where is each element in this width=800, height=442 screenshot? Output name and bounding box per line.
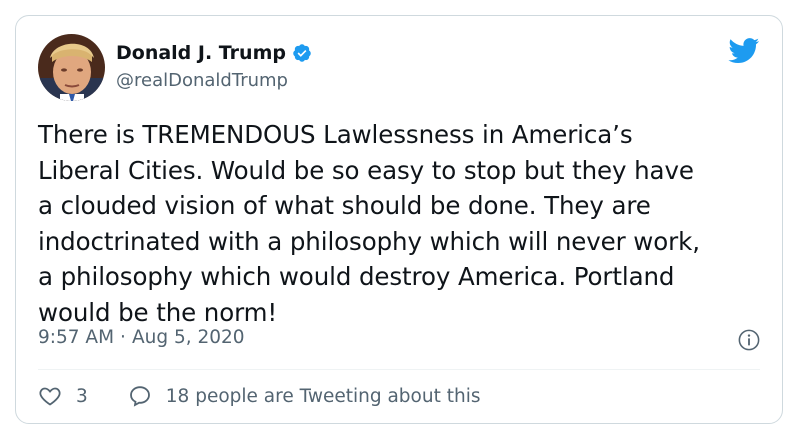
tweet-date[interactable]: Aug 5, 2020 [132, 327, 245, 348]
like-count: 3 [76, 385, 88, 407]
speech-bubble-icon[interactable] [128, 384, 152, 408]
avatar[interactable] [38, 34, 105, 101]
tweeting-about-text[interactable]: 18 people are Tweeting about this [166, 386, 481, 407]
verified-badge-icon [292, 43, 312, 63]
tweet-time[interactable]: 9:57 AM [38, 327, 114, 348]
tweeting-about-action[interactable]: 18 people are Tweeting about this [128, 384, 481, 408]
tweet-actions: 3 18 people are Tweeting about this [38, 384, 480, 408]
author-name-row[interactable]: Donald J. Trump [116, 42, 312, 64]
tweet-timestamp[interactable]: 9:57 AM · Aug 5, 2020 [38, 327, 245, 348]
divider [38, 369, 760, 370]
author-name[interactable]: Donald J. Trump [116, 42, 286, 64]
twitter-bird-icon[interactable] [728, 38, 760, 64]
avatar-image [38, 34, 105, 101]
info-icon[interactable] [738, 329, 760, 351]
like-action[interactable]: 3 [38, 384, 88, 408]
author-handle[interactable]: @realDonaldTrump [116, 70, 288, 91]
heart-icon[interactable] [38, 384, 62, 408]
tweet-text: There is TREMENDOUS Lawlessness in Ameri… [38, 120, 700, 327]
tweet-card[interactable]: Donald J. Trump @realDonaldTrump There i… [15, 15, 783, 424]
timestamp-separator: · [120, 327, 126, 348]
